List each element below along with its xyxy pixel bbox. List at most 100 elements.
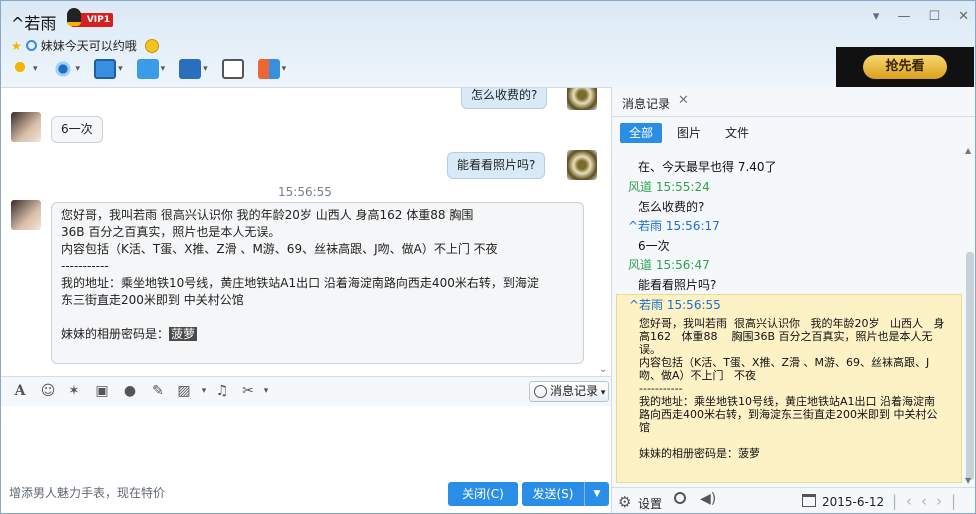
calendar-icon[interactable] (802, 494, 816, 507)
message-line: 妹妹的相册密码是： 菠萝 (61, 327, 198, 341)
close-icon[interactable]: ✕ (678, 93, 689, 108)
vip-badge[interactable]: VIP1 (67, 8, 113, 27)
minimize-icon[interactable]: — (897, 9, 910, 24)
status-line: ★ 妹妹今天可以约哦 (11, 37, 159, 54)
chevron-down-icon: ▾ (598, 388, 606, 398)
ad-text[interactable]: 增添男人魅力手表，现在特价 (9, 484, 165, 501)
filter-files[interactable]: 文件 (716, 123, 758, 143)
message-bubble: 6一次 (51, 116, 103, 143)
star-icon: ★ (11, 38, 22, 53)
avatar[interactable] (11, 200, 41, 230)
message-line: ----------- (61, 259, 109, 273)
shake-icon[interactable]: ✶ (65, 383, 83, 399)
status-message: 妹妹今天可以约哦 (40, 39, 137, 53)
chevron-down-icon[interactable]: ▾ (161, 64, 166, 74)
history-footer: ⚙ 设置 ◀) 2015-6-12 |‹‹›| (612, 487, 975, 513)
send-button[interactable]: 发送(S) ▼ (522, 482, 609, 506)
scroll-down-icon[interactable]: ⌄ (599, 364, 607, 375)
monitor-icon (94, 59, 117, 79)
chevron-down-icon[interactable]: ▾ (33, 64, 38, 74)
history-message: 在、今天最早也得 7.40了 (638, 160, 777, 174)
voice-message-icon[interactable]: ● (121, 383, 139, 399)
apps-icon (257, 59, 280, 79)
history-scrollbar[interactable]: ▲ ▼ (965, 146, 975, 486)
chevron-down-icon[interactable]: ▼ (584, 482, 609, 506)
scroll-thumb[interactable] (966, 252, 974, 480)
chevron-down-icon[interactable]: ▾ (282, 64, 287, 74)
edit-icon[interactable]: ✎ (149, 383, 167, 399)
history-tab[interactable]: 消息记录 ✕ (612, 87, 975, 117)
history-sender: ^若雨 15:56:17 (628, 219, 720, 233)
history-list[interactable]: 在、今天最早也得 7.40了 风道 15:55:24 怎么收费的? ^若雨 15… (612, 146, 964, 486)
remote-desktop-button[interactable]: ▾ (179, 59, 208, 79)
history-tab-label: 消息记录 (622, 97, 671, 111)
history-panel: 消息记录 ✕ 全部 图片 文件 在、今天最早也得 7.40了 风道 15:55:… (611, 87, 975, 513)
font-icon[interactable]: A (11, 383, 29, 399)
ad-banner[interactable]: 抢先看 (836, 47, 974, 87)
emoji-icon[interactable]: ☺ (39, 383, 57, 399)
emoji-icon (144, 38, 159, 53)
chat-area[interactable]: 怎么收费的? 6一次 能看看照片吗? 15:56:55 您好哥，我叫若雨 很高兴… (1, 87, 611, 376)
music-icon[interactable]: ♫ (213, 383, 231, 399)
chevron-down-icon[interactable]: ▾ (118, 64, 123, 74)
apps-button[interactable]: ▾ (257, 59, 287, 79)
timestamp: 15:56:55 (278, 185, 332, 199)
settings-button[interactable]: 设置 (638, 495, 662, 512)
new-discussion-button[interactable] (221, 59, 244, 79)
close-icon[interactable]: ✕ (958, 9, 969, 24)
chevron-down-icon[interactable]: ▾ (257, 383, 275, 399)
history-message: 怎么收费的? (638, 200, 705, 214)
image-icon[interactable]: ▨ (175, 383, 193, 399)
filter-images[interactable]: 图片 (668, 123, 710, 143)
dropdown-icon[interactable]: ▾ (873, 9, 880, 24)
window-controls: ▾ — ☐ ✕ (873, 9, 969, 24)
history-date[interactable]: 2015-6-12 (822, 495, 884, 509)
chat-window: ^若雨 VIP1 ★ 妹妹今天可以约哦 ▾ — ☐ ✕ ▾ ▾ ▾ ▾ ▾ ▾ … (0, 0, 976, 514)
search-icon[interactable] (25, 40, 37, 51)
close-button[interactable]: 关闭(C) (448, 482, 518, 506)
highlighted-message: ^若雨 15:56:55 您好哥，我叫若雨 很高兴认识你 我的年龄20岁 山西人… (616, 294, 962, 483)
history-message: 6一次 (638, 239, 670, 253)
history-button[interactable]: 消息记录 ▾ (529, 381, 609, 402)
scroll-down-icon[interactable]: ▼ (965, 476, 971, 485)
history-message: 您好哥，我叫若雨 很高兴认识你 我的年龄20岁 山西人 身高162 体重88 胸… (639, 317, 945, 460)
message-line: 您好哥，我叫若雨 很高兴认识你 我的年龄20岁 山西人 身高162 体重88 胸… (61, 208, 474, 222)
contact-name[interactable]: ^若雨 (11, 10, 56, 34)
message-bubble: 能看看照片吗? (447, 152, 546, 179)
chevron-down-icon[interactable]: ▾ (203, 64, 208, 74)
message-input[interactable]: 增添男人魅力手表，现在特价 关闭(C) 发送(S) ▼ (1, 406, 611, 513)
message-line: 内容包括（K活、T蛋、X推、Z滑 、M游、69、丝袜高跟、J吻、做A）不上门 不… (61, 242, 498, 256)
chat-add-icon (221, 59, 244, 79)
speaker-icon[interactable]: ◀) (700, 491, 716, 507)
voice-call-button[interactable]: ▾ (9, 59, 38, 79)
input-toolbar: A ☺ ✶ ▣ ● ✎ ▨ ▾ ♫ ✂ ▾ 消息记录 ▾ (1, 376, 611, 406)
chevron-down-icon[interactable]: ▾ (195, 383, 213, 399)
history-sender: 风道 15:55:24 (628, 180, 710, 194)
send-file-button[interactable]: ▾ (136, 59, 166, 79)
filter-all[interactable]: 全部 (620, 123, 662, 143)
gif-icon[interactable]: ▣ (93, 383, 111, 399)
chevron-down-icon[interactable]: ▾ (76, 64, 81, 74)
message-bubble: 您好哥，我叫若雨 很高兴认识你 我的年龄20岁 山西人 身高162 体重88 胸… (51, 202, 584, 364)
avatar[interactable] (567, 150, 597, 180)
message-line: 36B 百分之百真实，照片也是本人无误。 (61, 225, 281, 239)
ad-watch-button[interactable]: 抢先看 (863, 55, 947, 79)
toolbar: ▾ ▾ ▾ ▾ ▾ ▾ (9, 59, 286, 79)
message-bubble: 怎么收费的? (461, 88, 548, 109)
history-nav[interactable]: |‹‹›| (892, 492, 965, 510)
scroll-up-icon[interactable]: ▲ (965, 146, 971, 155)
video-call-button[interactable]: ▾ (51, 59, 81, 79)
search-icon[interactable] (674, 492, 686, 504)
history-sender: 风道 15:56:47 (628, 258, 710, 272)
clock-icon (534, 385, 547, 398)
history-filters: 全部 图片 文件 (620, 123, 758, 143)
avatar[interactable] (567, 88, 597, 110)
gear-icon[interactable]: ⚙ (618, 493, 631, 511)
maximize-icon[interactable]: ☐ (928, 9, 940, 24)
avatar[interactable] (11, 112, 41, 142)
camera-icon (51, 59, 74, 79)
screen-share-button[interactable]: ▾ (94, 59, 123, 79)
password-text: 菠萝 (169, 327, 198, 341)
scissors-icon[interactable]: ✂ (239, 383, 257, 399)
